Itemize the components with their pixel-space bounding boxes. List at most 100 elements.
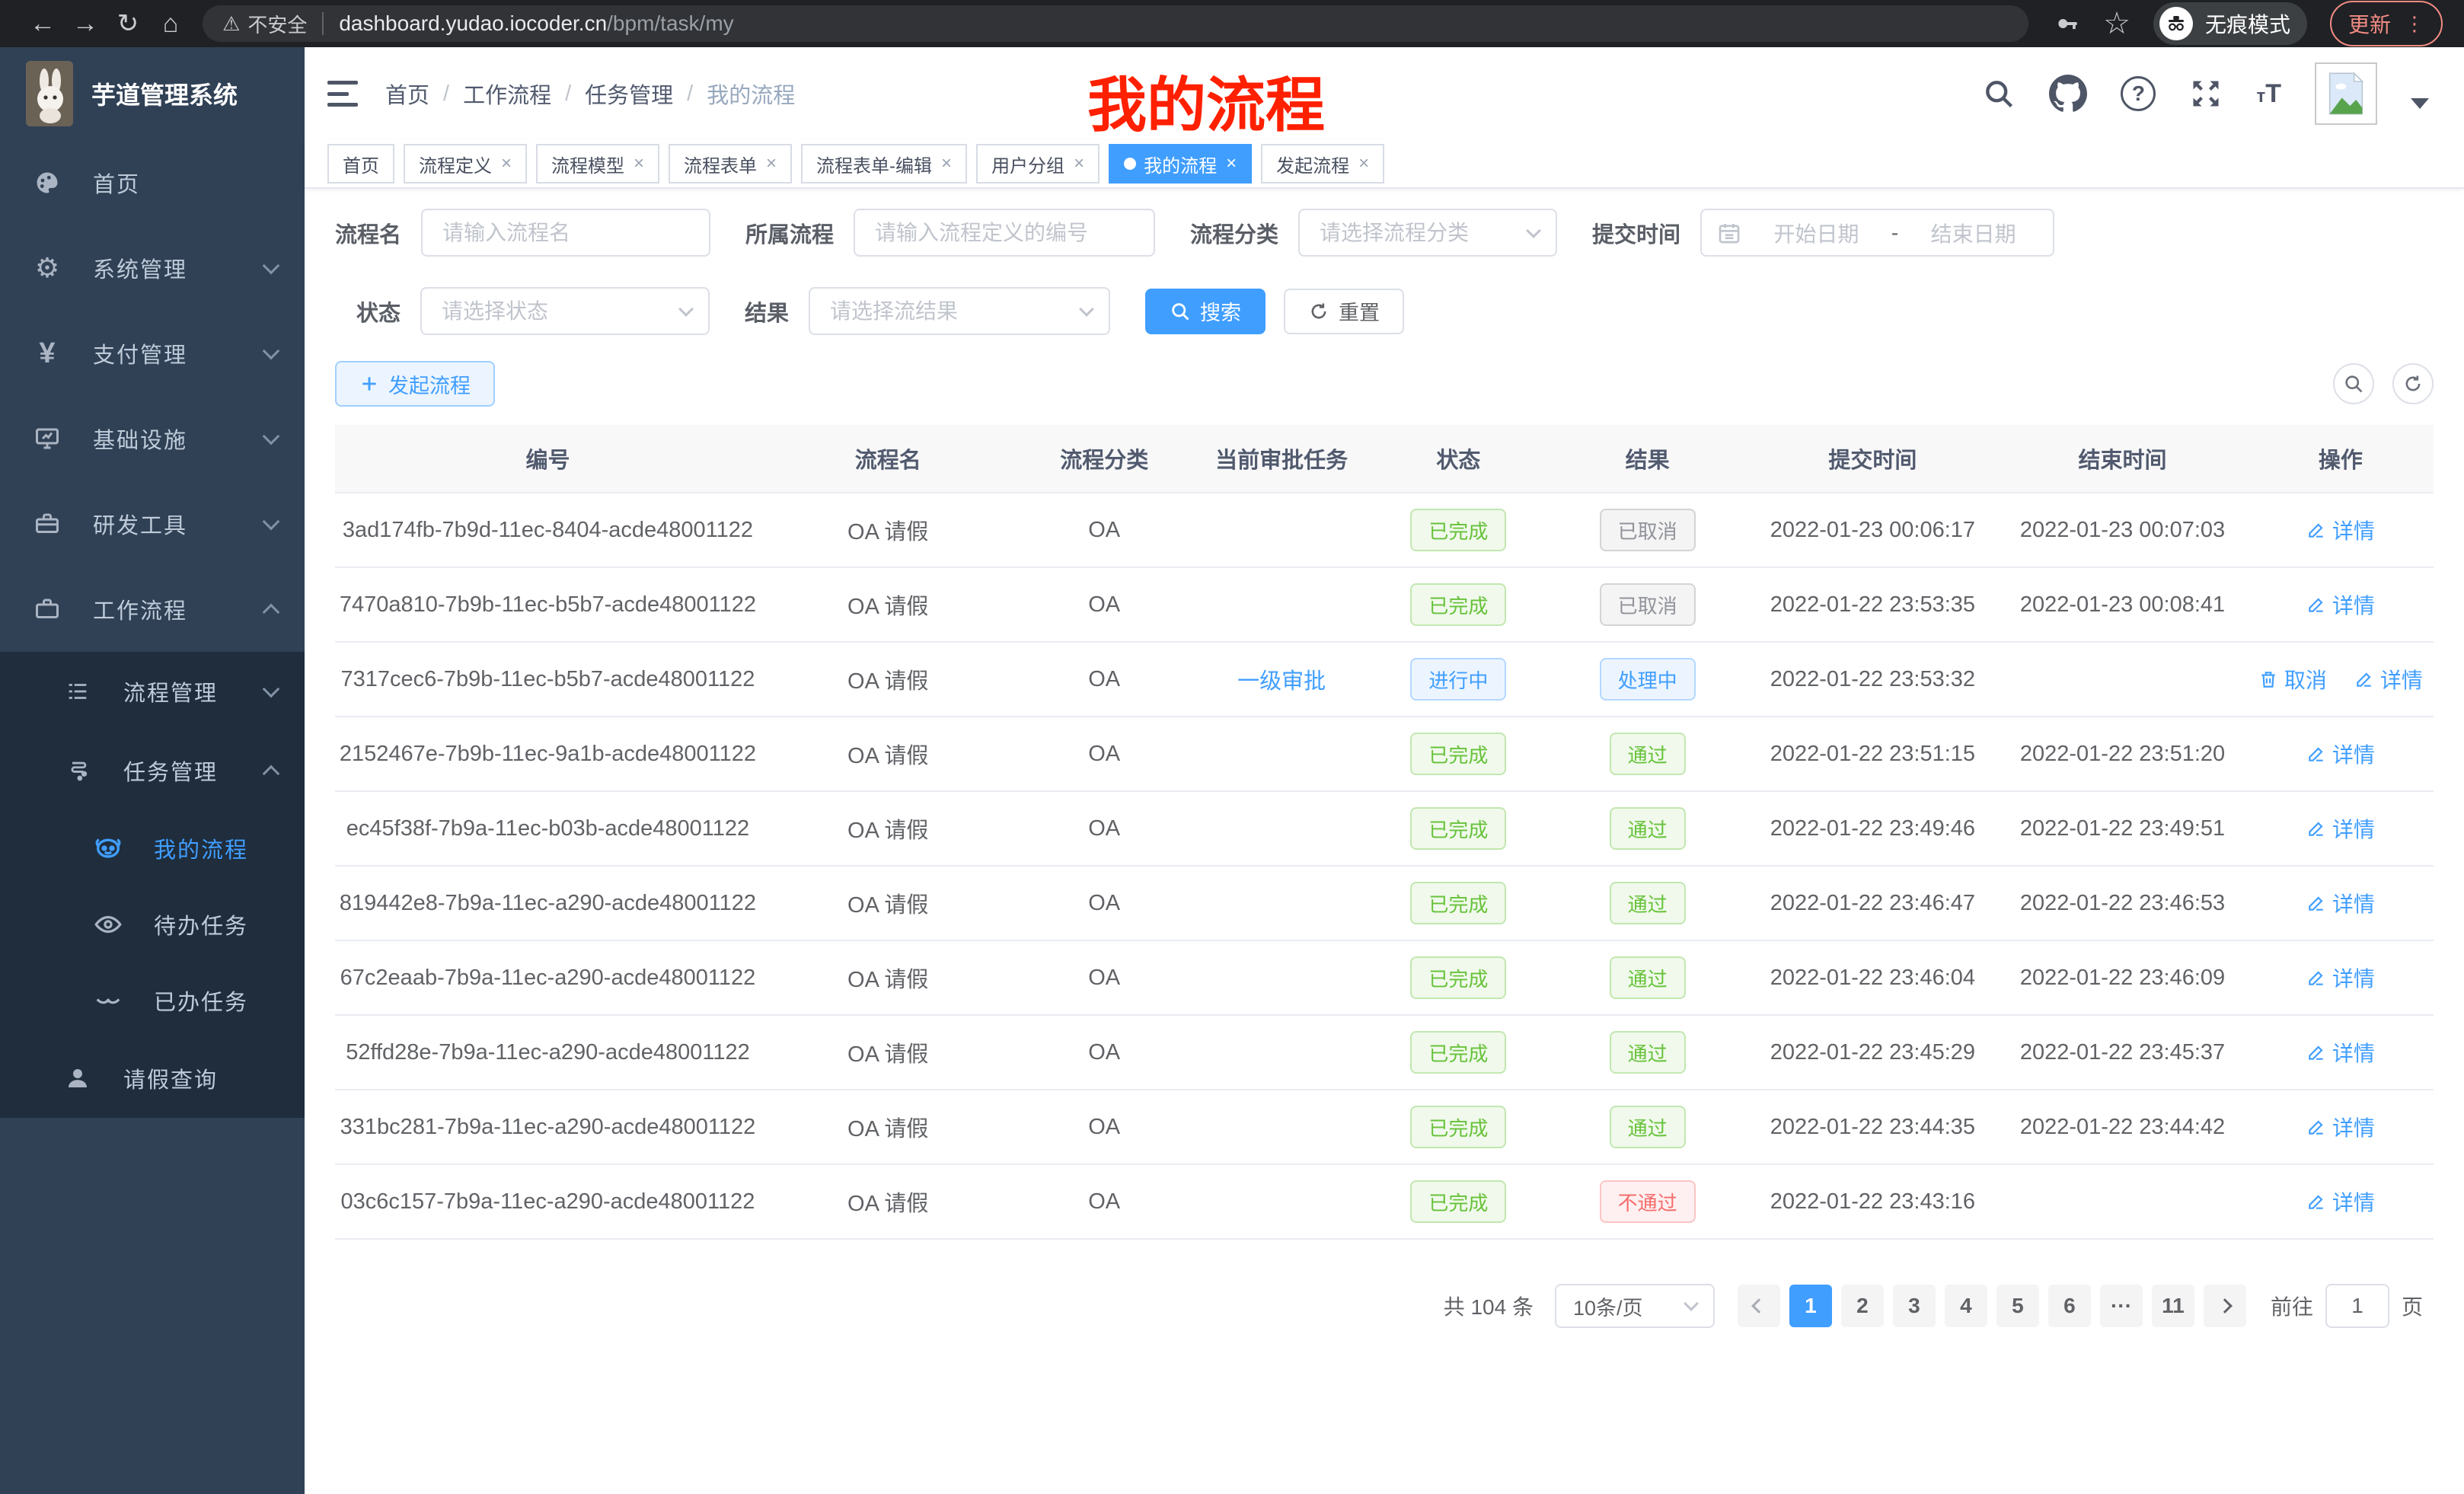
sidebar-item-todo-tasks[interactable]: 待办任务 [0,886,305,962]
result-select[interactable] [809,287,1110,335]
collapse-menu-icon[interactable] [327,81,358,107]
app-logo-row[interactable]: 芋道管理系统 [0,47,305,140]
view-tab[interactable]: 用户分组 × [976,144,1100,184]
sidebar-item-home[interactable]: 首页 [0,140,305,225]
page-button[interactable]: 2 [1841,1285,1884,1327]
cell-process-id: ec45f38f-7b9a-11ec-b03b-acde48001122 [335,816,761,841]
view-tabs: 首页 × 流程定义 × 流程模型 × [305,140,2464,189]
cell-process-id: 331bc281-7b9a-11ec-a290-acde48001122 [335,1115,761,1140]
github-icon[interactable] [2049,75,2087,113]
reset-button[interactable]: 重置 [1284,289,1404,334]
page-button[interactable]: 5 [1996,1285,2039,1327]
font-size-icon[interactable]: тT [2256,79,2281,109]
process-def-input[interactable] [854,209,1155,257]
detail-link[interactable]: 详情 [2354,664,2423,694]
font-size-big-glyph: T [2265,79,2281,108]
search-icon[interactable] [1982,77,2016,110]
cell-end-time: 2022-01-22 23:44:42 [1997,1115,2248,1140]
kebab-menu-icon[interactable]: ⋮ [2405,12,2424,36]
current-task-link[interactable]: 一级审批 [1237,663,1326,695]
view-tab[interactable]: 流程表单 × [669,144,792,184]
close-icon[interactable]: × [634,153,644,174]
home-icon[interactable]: ⌂ [149,5,192,42]
detail-link[interactable]: 详情 [2306,515,2375,545]
table-row: 52ffd28e-7b9a-11ec-a290-acde48001122 OA … [335,1016,2434,1090]
refresh-table-button[interactable] [2392,363,2434,404]
edit-icon [2354,669,2374,689]
forward-icon[interactable]: → [64,5,107,42]
prev-page-button[interactable] [1738,1285,1780,1327]
detail-link[interactable]: 详情 [2306,1186,2375,1217]
dashboard-icon [30,169,64,196]
next-page-button[interactable] [2204,1285,2246,1327]
close-icon[interactable]: × [1358,153,1369,174]
chevron-down-icon[interactable] [2411,98,2429,109]
column-header: 状态 [1370,442,1546,474]
sidebar-item-label: 首页 [93,167,277,199]
sidebar-item-process-mgmt[interactable]: 流程管理 [0,652,305,731]
close-icon[interactable]: × [1074,153,1084,174]
category-select[interactable] [1298,209,1557,257]
search-button[interactable]: 搜索 [1145,289,1266,334]
pagination: 共 104 条 10条/页 1 2 3 4 [335,1284,2423,1328]
sidebar-item-done-tasks[interactable]: 已办任务 [0,962,305,1039]
bookmark-star-icon[interactable]: ☆ [2103,6,2130,41]
close-icon[interactable]: × [766,153,777,174]
close-icon[interactable]: × [1226,153,1237,174]
page-button[interactable]: 6 [2048,1285,2091,1327]
close-icon[interactable]: × [501,153,512,174]
cancel-link[interactable]: 取消 [2258,664,2327,694]
view-tab[interactable]: 我的流程 × [1109,144,1252,184]
status-badge: 已完成 [1410,733,1506,775]
page-button[interactable]: 3 [1893,1285,1936,1327]
breadcrumb-item[interactable]: 首页 [385,78,429,110]
browser-toolbar: ← → ↻ ⌂ ⚠ 不安全 dashboard.yudao.iocoder.cn… [0,0,2464,47]
view-tab[interactable]: 首页 × [327,144,394,184]
view-tab[interactable]: 流程表单-编辑 × [801,144,967,184]
sidebar-item-label: 我的流程 [154,832,277,864]
sidebar-item-devtools[interactable]: 研发工具 [0,481,305,567]
detail-link[interactable]: 详情 [2306,888,2375,918]
detail-link[interactable]: 详情 [2306,589,2375,620]
create-process-button[interactable]: 发起流程 [335,361,495,407]
sidebar-item-payment[interactable]: ¥ 支付管理 [0,311,305,396]
status-select[interactable] [420,287,710,335]
close-icon[interactable]: × [941,153,952,174]
detail-link[interactable]: 详情 [2306,739,2375,769]
view-tab[interactable]: 流程定义 × [404,144,527,184]
goto-page-input[interactable] [2325,1284,2389,1328]
sidebar-item-my-process[interactable]: 我的流程 [0,810,305,886]
breadcrumb-item[interactable]: 工作流程 [463,78,551,110]
sidebar-item-system[interactable]: ⚙ 系统管理 [0,225,305,311]
sidebar-item-leave-query[interactable]: 请假查询 [0,1039,305,1118]
page-button[interactable]: ··· [2100,1285,2143,1327]
back-icon[interactable]: ← [21,5,64,42]
address-bar[interactable]: ⚠ 不安全 dashboard.yudao.iocoder.cn /bpm/ta… [203,5,2028,42]
detail-link[interactable]: 详情 [2306,1037,2375,1068]
page-button[interactable]: 11 [2152,1285,2194,1327]
sidebar-item-infra[interactable]: 基础设施 [0,396,305,481]
submit-time-range-picker[interactable]: 开始日期 - 结束日期 [1700,209,2054,257]
avatar[interactable] [2315,62,2377,125]
detail-link[interactable]: 详情 [2306,1112,2375,1142]
page-size-select[interactable]: 10条/页 [1555,1284,1715,1328]
process-name-input[interactable] [421,209,710,257]
view-tab[interactable]: 发起流程 × [1261,144,1384,184]
breadcrumb-item[interactable]: 任务管理 [585,78,673,110]
detail-link[interactable]: 详情 [2306,962,2375,993]
fullscreen-icon[interactable] [2189,77,2223,110]
sidebar-item-task-mgmt[interactable]: 任务管理 [0,731,305,810]
update-button[interactable]: 更新 ⋮ [2330,1,2443,46]
table-row: ec45f38f-7b9a-11ec-b03b-acde48001122 OA … [335,792,2434,867]
view-tab[interactable]: 流程模型 × [536,144,659,184]
reload-icon[interactable]: ↻ [107,5,149,42]
detail-link[interactable]: 详情 [2306,813,2375,844]
show-search-button[interactable] [2333,363,2374,404]
sidebar-item-workflow[interactable]: 工作流程 [0,567,305,652]
chevron-down-icon [263,257,280,275]
page-button[interactable]: 1 [1789,1285,1832,1327]
table-row: 03c6c157-7b9a-11ec-a290-acde48001122 OA … [335,1165,2434,1240]
key-icon[interactable] [2054,11,2080,37]
page-button[interactable]: 4 [1945,1285,1987,1327]
help-icon[interactable]: ? [2121,76,2156,111]
